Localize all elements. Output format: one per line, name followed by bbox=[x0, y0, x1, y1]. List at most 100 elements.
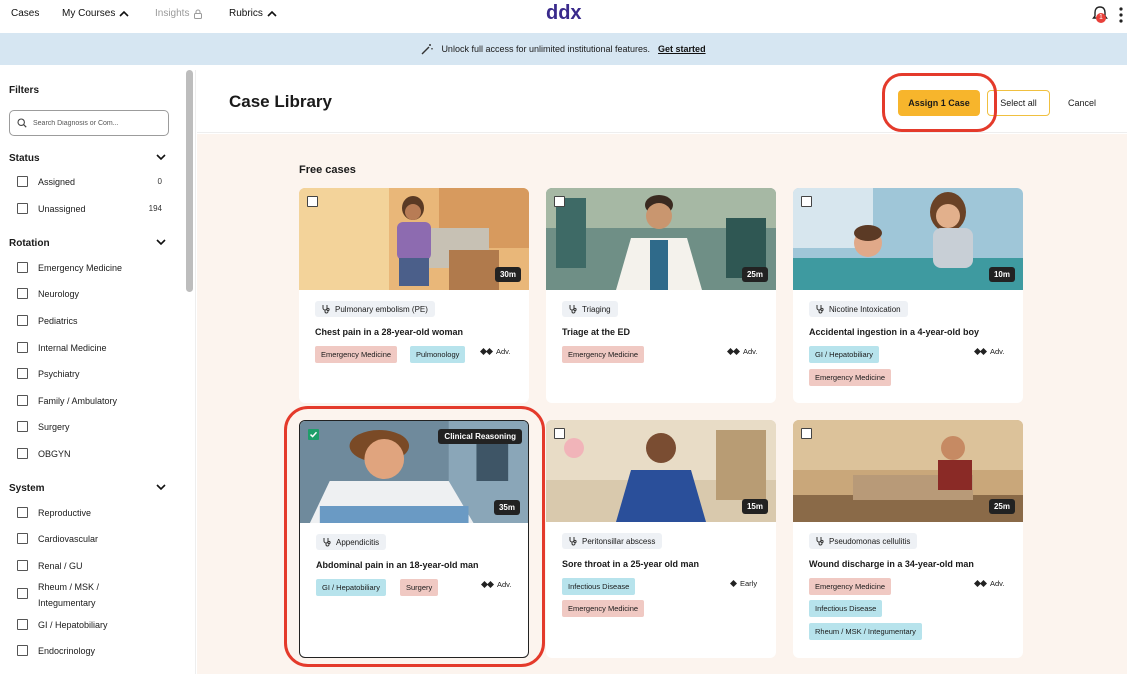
card-checkbox[interactable] bbox=[554, 196, 565, 207]
status-option-unassigned[interactable]: Unassigned 194 bbox=[17, 201, 162, 217]
card-checkbox[interactable] bbox=[307, 196, 318, 207]
checkbox[interactable] bbox=[17, 288, 28, 299]
chevron-up-icon bbox=[119, 10, 129, 17]
status-section-header[interactable]: Status bbox=[9, 153, 167, 164]
chevron-up-icon bbox=[267, 10, 277, 17]
rotation-option[interactable]: Psychiatry bbox=[17, 366, 162, 382]
checkbox[interactable] bbox=[17, 533, 28, 544]
rotation-option[interactable]: Emergency Medicine bbox=[17, 260, 162, 276]
magic-wand-icon bbox=[421, 44, 434, 55]
system-option[interactable]: GI / Hepatobiliary bbox=[17, 617, 162, 633]
page-title: Case Library bbox=[229, 92, 332, 111]
case-card-selected[interactable]: Clinical Reasoning 35m Appendicitis Abdo… bbox=[299, 420, 529, 658]
sidebar-scroll-thumb[interactable] bbox=[186, 70, 193, 292]
difficulty-level: Adv. bbox=[974, 347, 1004, 356]
notification-badge: 1 bbox=[1096, 13, 1106, 23]
status-option-assigned[interactable]: Assigned 0 bbox=[17, 174, 162, 190]
duration-badge: 35m bbox=[493, 500, 520, 515]
checkbox[interactable] bbox=[17, 262, 28, 273]
ddx-logo-mark: ddx bbox=[546, 2, 582, 24]
case-card[interactable]: 10m Nicotine Intoxication Accidental ing… bbox=[793, 188, 1023, 403]
checkbox[interactable] bbox=[17, 448, 28, 459]
rotation-option[interactable]: Internal Medicine bbox=[17, 340, 162, 356]
cancel-button[interactable]: Cancel bbox=[1060, 90, 1104, 116]
case-title: Abdominal pain in an 18-year-old man bbox=[316, 560, 479, 570]
case-card[interactable]: 30m Pulmonary embolism (PE) Chest pain i… bbox=[299, 188, 529, 403]
rotation-tag: Surgery bbox=[400, 579, 439, 596]
card-checkbox[interactable] bbox=[801, 428, 812, 439]
nav-cases[interactable]: Cases bbox=[11, 8, 39, 19]
checkbox[interactable] bbox=[17, 619, 28, 630]
system-tag: Infectious Disease bbox=[562, 578, 636, 595]
checkbox[interactable] bbox=[17, 315, 28, 326]
rotation-option[interactable]: OBGYN bbox=[17, 446, 162, 462]
rotation-option[interactable]: Surgery bbox=[17, 419, 162, 435]
get-started-link[interactable]: Get started bbox=[658, 44, 706, 54]
difficulty-level: Early bbox=[730, 579, 757, 588]
select-all-button[interactable]: Select all bbox=[987, 90, 1050, 116]
rotation-tag: Emergency Medicine bbox=[562, 346, 645, 363]
checkbox[interactable] bbox=[17, 588, 28, 599]
rotation-tag: Emergency Medicine bbox=[315, 346, 398, 363]
checkbox[interactable] bbox=[17, 176, 28, 187]
system-option[interactable]: Endocrinology bbox=[17, 643, 162, 659]
difficulty-level: Adv. bbox=[481, 580, 511, 589]
system-option[interactable]: Renal / GU bbox=[17, 558, 162, 574]
checkbox[interactable] bbox=[17, 395, 28, 406]
upgrade-banner: Unlock full access for unlimited institu… bbox=[0, 33, 1127, 65]
checkbox[interactable] bbox=[17, 645, 28, 656]
card-checkbox-checked[interactable] bbox=[308, 429, 319, 440]
nav-insights[interactable]: Insights bbox=[155, 8, 203, 19]
checkbox[interactable] bbox=[17, 560, 28, 571]
diagnosis-chip: Triaging bbox=[562, 301, 618, 317]
diagnosis-chip: Pulmonary embolism (PE) bbox=[315, 301, 435, 317]
card-checkbox[interactable] bbox=[554, 428, 565, 439]
search-input[interactable] bbox=[33, 119, 153, 127]
nav-my-courses[interactable]: My Courses bbox=[62, 8, 129, 19]
diamond-advanced-icon bbox=[481, 581, 494, 588]
section-title: Free cases bbox=[299, 164, 356, 176]
case-card[interactable]: 25m Pseudomonas cellulitis Wound dischar… bbox=[793, 420, 1023, 658]
difficulty-level: Adv. bbox=[480, 347, 510, 356]
rotation-section-header[interactable]: Rotation bbox=[9, 238, 167, 249]
case-title: Chest pain in a 28-year-old woman bbox=[315, 327, 464, 337]
case-title: Triage at the ED bbox=[562, 327, 631, 337]
checkbox[interactable] bbox=[17, 421, 28, 432]
diagnosis-chip: Appendicitis bbox=[316, 534, 387, 550]
assign-case-button[interactable]: Assign 1 Case bbox=[898, 90, 980, 116]
system-option[interactable]: Reproductive bbox=[17, 505, 162, 521]
rotation-option[interactable]: Neurology bbox=[17, 286, 162, 302]
lock-icon bbox=[194, 9, 203, 19]
case-card[interactable]: 25m Triaging Triage at the ED Emergency … bbox=[546, 188, 776, 403]
system-option[interactable]: Cardiovascular bbox=[17, 531, 162, 547]
rotation-tag: Emergency Medicine bbox=[562, 600, 645, 617]
rotation-tag: Emergency Medicine bbox=[809, 578, 892, 595]
stethoscope-icon bbox=[816, 305, 824, 314]
checkbox[interactable] bbox=[17, 507, 28, 518]
rotation-option[interactable]: Family / Ambulatory bbox=[17, 393, 162, 409]
difficulty-level: Adv. bbox=[974, 579, 1004, 588]
checkbox[interactable] bbox=[17, 342, 28, 353]
nav-rubrics[interactable]: Rubrics bbox=[229, 8, 277, 19]
diagnosis-chip: Nicotine Intoxication bbox=[809, 301, 908, 317]
banner-text: Unlock full access for unlimited institu… bbox=[441, 44, 651, 54]
rotation-option[interactable]: Pediatrics bbox=[17, 313, 162, 329]
chevron-down-icon bbox=[156, 154, 166, 161]
ddx-logo[interactable]: ddx bbox=[544, 2, 592, 24]
count: 194 bbox=[148, 204, 162, 213]
filters-sidebar: Filters Status Assigned 0 Unassigned 194… bbox=[0, 70, 196, 674]
duration-badge: 25m bbox=[988, 499, 1015, 514]
card-checkbox[interactable] bbox=[801, 196, 812, 207]
duration-badge: 25m bbox=[741, 267, 768, 282]
checkbox[interactable] bbox=[17, 203, 28, 214]
checkbox[interactable] bbox=[17, 368, 28, 379]
more-options-icon[interactable] bbox=[1119, 7, 1123, 23]
diamond-advanced-icon bbox=[480, 348, 493, 355]
system-tag: Rheum / MSK / Integumentary bbox=[809, 623, 922, 640]
duration-badge: 30m bbox=[494, 267, 521, 282]
search-box[interactable] bbox=[9, 110, 169, 136]
duration-badge: 10m bbox=[988, 267, 1015, 282]
system-option[interactable]: Rheum / MSK / Integumentary bbox=[17, 579, 162, 611]
system-section-header[interactable]: System bbox=[9, 483, 167, 494]
case-card[interactable]: 15m Peritonsillar abscess Sore throat in… bbox=[546, 420, 776, 658]
